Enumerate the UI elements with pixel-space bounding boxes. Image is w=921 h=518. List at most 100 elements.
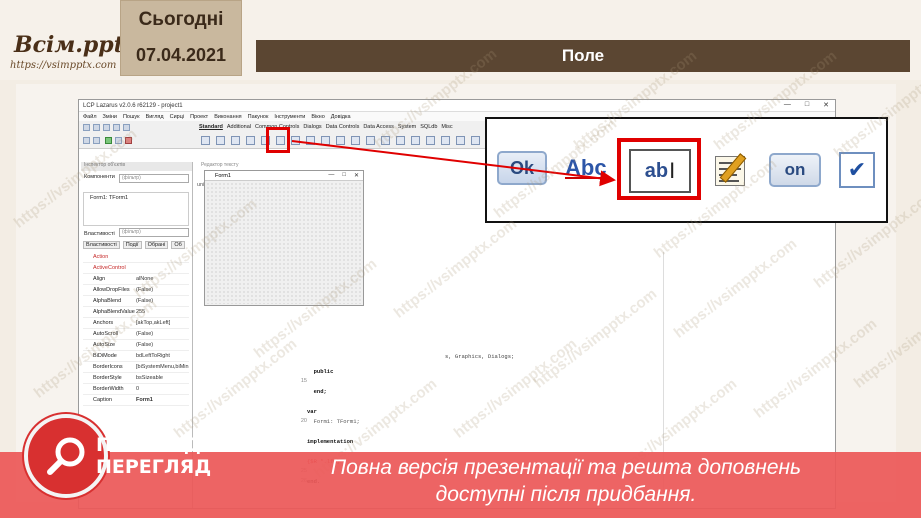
togglebox-component-icon[interactable]: [306, 136, 315, 145]
property-value[interactable]: [biSystemMenu,biMin: [133, 364, 189, 370]
open-icon[interactable]: [103, 124, 110, 131]
site-logo: Всім.pptx https://vsimpptx.com: [6, 26, 137, 76]
new-form-icon[interactable]: [93, 124, 100, 131]
pointer-icon[interactable]: [201, 136, 210, 145]
form-maximize-button[interactable]: □: [342, 172, 346, 179]
menu-window[interactable]: Вікно: [311, 114, 324, 120]
banner-message-line1: Повна версія презентації та решта доповн…: [330, 456, 802, 479]
tab-favorites[interactable]: Обрані: [144, 241, 169, 249]
menu-run[interactable]: Виконання: [214, 114, 241, 120]
property-value[interactable]: 255: [133, 309, 189, 315]
radiogroup-component-icon[interactable]: [411, 136, 420, 145]
listbox-component-icon[interactable]: [351, 136, 360, 145]
checkgroup-component-icon[interactable]: [426, 136, 435, 145]
pause-icon[interactable]: [115, 137, 122, 144]
line-number: [281, 428, 307, 438]
property-value[interactable]: (False): [133, 342, 189, 348]
property-value[interactable]: bsSizeable: [133, 375, 189, 381]
form-close-button[interactable]: ✕: [354, 172, 359, 179]
line-number: [281, 388, 307, 398]
palette-tab-misc[interactable]: Misc: [441, 124, 452, 130]
tlabel-zoom-icon: Abc: [565, 155, 607, 180]
tree-item-form1[interactable]: Form1: TForm1: [84, 193, 188, 203]
menu-project[interactable]: Проект: [190, 114, 208, 120]
property-row[interactable]: AutoScroll (False): [83, 329, 189, 340]
mainmenu-icon[interactable]: [216, 136, 225, 145]
tab-events[interactable]: Події: [122, 241, 142, 249]
property-value[interactable]: (False): [133, 298, 189, 304]
combobox-component-icon[interactable]: [366, 136, 375, 145]
property-row[interactable]: BiDiMode bdLeftToRight: [83, 351, 189, 362]
line-number: [281, 438, 307, 448]
menu-edit[interactable]: Зміни: [103, 114, 117, 120]
menu-file[interactable]: Файл: [83, 114, 97, 120]
property-value[interactable]: Form1: [133, 397, 189, 403]
panel-component-icon[interactable]: [441, 136, 450, 145]
form-minimize-button[interactable]: —: [328, 172, 334, 179]
palette-tab-data-access[interactable]: Data Access: [363, 124, 394, 130]
checkbox-component-icon[interactable]: [321, 136, 330, 145]
stop-icon[interactable]: [125, 137, 132, 144]
form-design-grid[interactable]: [206, 182, 362, 304]
property-value[interactable]: alNone: [133, 276, 189, 282]
close-button[interactable]: ✕: [823, 101, 829, 109]
properties-filter-input[interactable]: (фільтр): [119, 228, 189, 237]
tab-other[interactable]: Об: [171, 241, 185, 249]
save-all-icon[interactable]: [123, 124, 130, 131]
property-row[interactable]: Align alNone: [83, 274, 189, 285]
new-file-icon[interactable]: [83, 124, 90, 131]
preview-title-line2: ПЕРЕГЛЯД: [96, 456, 212, 478]
property-value[interactable]: (False): [133, 287, 189, 293]
menu-view[interactable]: Вигляд: [146, 114, 164, 120]
menu-search[interactable]: Пошук: [123, 114, 140, 120]
property-row[interactable]: AllowDropFiles (False): [83, 285, 189, 296]
property-value[interactable]: bdLeftToRight: [133, 353, 189, 359]
groupbox-component-icon[interactable]: [396, 136, 405, 145]
uses-clause-fragment: s, Graphics, Dialogs;: [445, 353, 515, 360]
palette-tab-data-controls[interactable]: Data Controls: [326, 124, 360, 130]
minimize-button[interactable]: —: [784, 101, 791, 109]
menu-source[interactable]: Сирці: [170, 114, 184, 120]
tab-properties[interactable]: Властивості: [83, 241, 120, 249]
palette-tab-dialogs[interactable]: Dialogs: [303, 124, 321, 130]
actionlist-component-icon[interactable]: [471, 136, 480, 145]
popupmenu-icon[interactable]: [231, 136, 240, 145]
ide-window-title: LCP Lazarus v2.0.6 r62129 - project1: [83, 102, 183, 109]
property-row[interactable]: AutoSize (False): [83, 340, 189, 351]
run-icon[interactable]: [105, 137, 112, 144]
property-row[interactable]: ActiveControl: [83, 263, 189, 274]
memo-component-icon[interactable]: [291, 136, 300, 145]
property-name: BorderIcons: [93, 364, 123, 370]
maximize-button[interactable]: □: [805, 101, 809, 109]
property-row[interactable]: Anchors [akTop,akLeft]: [83, 318, 189, 329]
property-row[interactable]: Action: [83, 252, 189, 263]
property-row[interactable]: Caption Form1: [83, 395, 189, 406]
radiobutton-component-icon[interactable]: [336, 136, 345, 145]
menu-tools[interactable]: Інструменти: [274, 114, 305, 120]
property-value[interactable]: (False): [133, 331, 189, 337]
button-component-icon[interactable]: [246, 136, 255, 145]
property-row[interactable]: AlphaBlendValue 255: [83, 307, 189, 318]
property-name: ActiveControl: [93, 265, 126, 271]
property-row[interactable]: AlphaBlend (False): [83, 296, 189, 307]
property-row[interactable]: BorderWidth 0: [83, 384, 189, 395]
inspector-tabs: Властивості Події Обрані Об: [83, 241, 185, 249]
view-forms-icon[interactable]: [93, 137, 100, 144]
view-units-icon[interactable]: [83, 137, 90, 144]
property-row[interactable]: BorderStyle bsSizeable: [83, 373, 189, 384]
frame-component-icon[interactable]: [456, 136, 465, 145]
components-filter-input[interactable]: (фільтр): [119, 174, 189, 183]
menu-package[interactable]: Пакунок: [248, 114, 269, 120]
property-value[interactable]: 0: [133, 386, 189, 392]
palette-tab-system[interactable]: System: [398, 124, 416, 130]
property-row[interactable]: BorderIcons [biSystemMenu,biMin: [83, 362, 189, 373]
menu-help[interactable]: Довідка: [331, 114, 351, 120]
code-line: public: [307, 368, 334, 375]
scrollbar-component-icon[interactable]: [381, 136, 390, 145]
property-value[interactable]: [akTop,akLeft]: [133, 320, 189, 326]
save-icon[interactable]: [113, 124, 120, 131]
palette-tab-additional[interactable]: Additional: [227, 124, 251, 130]
palette-tab-sqldb[interactable]: SQLdb: [420, 124, 437, 130]
palette-tab-standard[interactable]: Standard: [199, 124, 223, 130]
